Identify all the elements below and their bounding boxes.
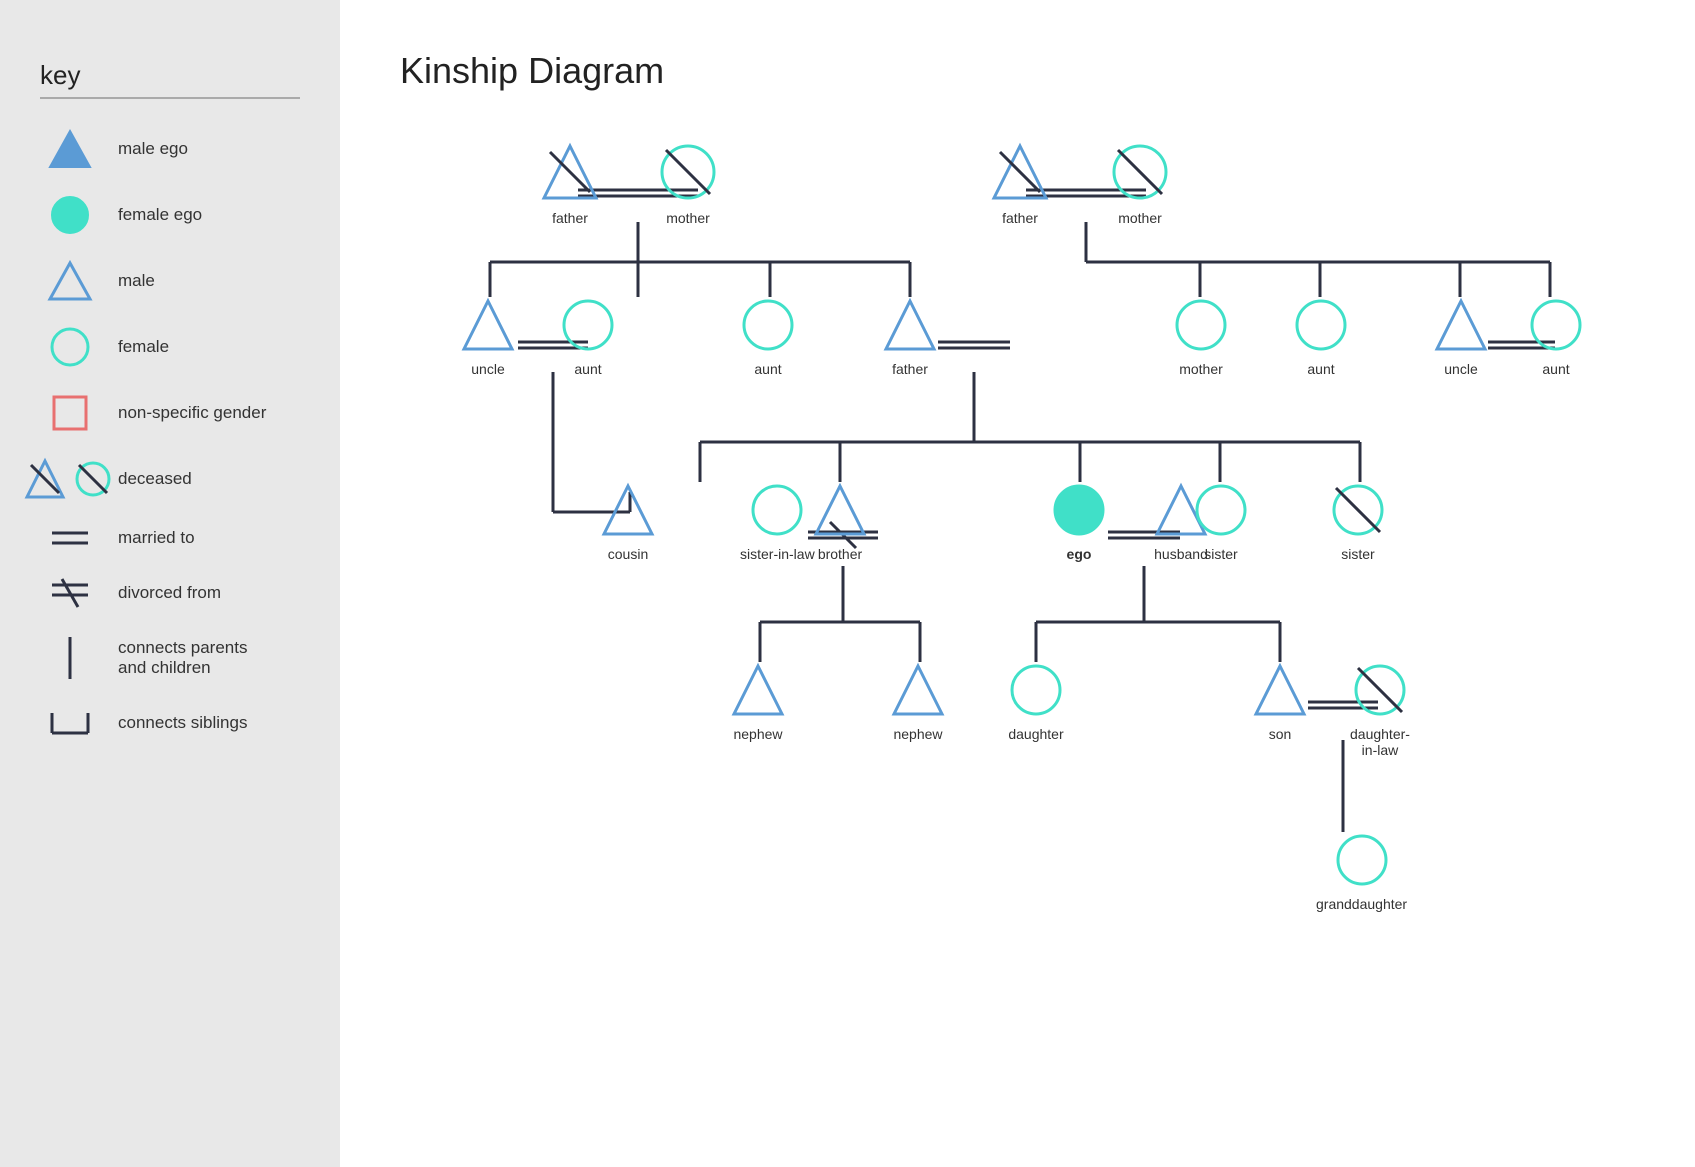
node-nephew1: nephew	[730, 662, 786, 742]
node-sister-in-law: sister-in-law	[740, 482, 815, 562]
paternal-grandfather-label: father	[552, 210, 588, 226]
siblings-symbol	[40, 705, 100, 741]
female-symbol	[40, 325, 100, 369]
female-ego-symbol	[40, 193, 100, 237]
node-son: son	[1252, 662, 1308, 742]
key-female: female	[40, 325, 300, 369]
node-paternal-grandfather: father	[540, 142, 600, 226]
maternal-grandmother-label: mother	[1118, 210, 1162, 226]
main-content: Kinship Diagram	[340, 0, 1695, 1167]
key-nonspecific: non-specific gender	[40, 391, 300, 435]
node-maternal-grandfather: father	[990, 142, 1050, 226]
aunt-uncle-right-wife-label: aunt	[1542, 361, 1569, 377]
node-granddaughter: granddaughter	[1316, 832, 1407, 912]
deceased-label: deceased	[118, 469, 192, 489]
node-nephew2: nephew	[890, 662, 946, 742]
parent-child-label: connects parentsand children	[118, 638, 247, 678]
sidebar: key male ego female ego male	[0, 0, 340, 1167]
node-aunt-uncle-right-wife: aunt	[1528, 297, 1584, 377]
daughter-label: daughter	[1008, 726, 1063, 742]
node-ego: ego	[1051, 482, 1107, 562]
key-parent-child: connects parentsand children	[40, 633, 300, 683]
node-paternal-grandmother: mother	[658, 142, 718, 226]
married-label: married to	[118, 528, 195, 548]
cousin-label: cousin	[608, 546, 648, 562]
node-cousin: cousin	[600, 482, 656, 562]
male-symbol	[40, 259, 100, 303]
male-ego-label: male ego	[118, 139, 188, 159]
female-label: female	[118, 337, 169, 357]
siblings-label: connects siblings	[118, 713, 247, 733]
male-ego-symbol	[40, 127, 100, 171]
key-married: married to	[40, 523, 300, 553]
sidebar-title: key	[40, 60, 300, 91]
nephew2-label: nephew	[893, 726, 942, 742]
aunt-sibling-right-label: aunt	[1307, 361, 1334, 377]
granddaughter-label: granddaughter	[1316, 896, 1407, 912]
node-daughter: daughter	[1008, 662, 1064, 742]
sister-in-law-label: sister-in-law	[740, 546, 815, 562]
aunt-uncle-wife-label: aunt	[574, 361, 601, 377]
son-label: son	[1269, 726, 1292, 742]
node-sister1: sister	[1193, 482, 1249, 562]
maternal-grandfather-label: father	[1002, 210, 1038, 226]
node-sister2: sister	[1330, 482, 1386, 562]
key-male: male	[40, 259, 300, 303]
page-title: Kinship Diagram	[400, 50, 1650, 92]
kinship-diagram: father mother father mother	[400, 132, 1650, 1082]
nonspecific-label: non-specific gender	[118, 403, 266, 423]
divorced-label: divorced from	[118, 583, 221, 603]
key-siblings: connects siblings	[40, 705, 300, 741]
nonspecific-symbol	[40, 391, 100, 435]
key-divorced: divorced from	[40, 575, 300, 611]
node-uncle-right: uncle	[1433, 297, 1489, 377]
key-male-ego: male ego	[40, 127, 300, 171]
key-female-ego: female ego	[40, 193, 300, 237]
key-deceased: deceased	[40, 457, 300, 501]
married-symbol	[40, 523, 100, 553]
nephew1-label: nephew	[733, 726, 782, 742]
node-ego-mother: mother	[1173, 297, 1229, 377]
ego-father-label: father	[892, 361, 928, 377]
parent-child-symbol	[40, 633, 100, 683]
ego-mother-label: mother	[1179, 361, 1223, 377]
node-brother: brother	[812, 482, 868, 562]
male-label: male	[118, 271, 155, 291]
aunt-sibling-left-label: aunt	[754, 361, 781, 377]
diagram-lines	[400, 132, 1650, 1082]
node-maternal-grandmother: mother	[1110, 142, 1170, 226]
divorced-symbol	[40, 575, 100, 611]
node-aunt-sibling-left: aunt	[740, 297, 796, 377]
sister1-label: sister	[1204, 546, 1237, 562]
node-uncle-left: uncle	[460, 297, 516, 377]
node-aunt-sibling-right: aunt	[1293, 297, 1349, 377]
node-ego-father: father	[882, 297, 938, 377]
node-daughter-in-law: daughter-in-law	[1350, 662, 1410, 758]
uncle-left-label: uncle	[471, 361, 504, 377]
ego-label: ego	[1067, 546, 1092, 562]
female-ego-label: female ego	[118, 205, 202, 225]
daughter-in-law-label: daughter-in-law	[1350, 726, 1410, 758]
sister2-label: sister	[1341, 546, 1374, 562]
deceased-symbol	[40, 457, 100, 501]
uncle-right-label: uncle	[1444, 361, 1477, 377]
node-aunt-uncle-wife: aunt	[560, 297, 616, 377]
brother-label: brother	[818, 546, 862, 562]
paternal-grandmother-label: mother	[666, 210, 710, 226]
